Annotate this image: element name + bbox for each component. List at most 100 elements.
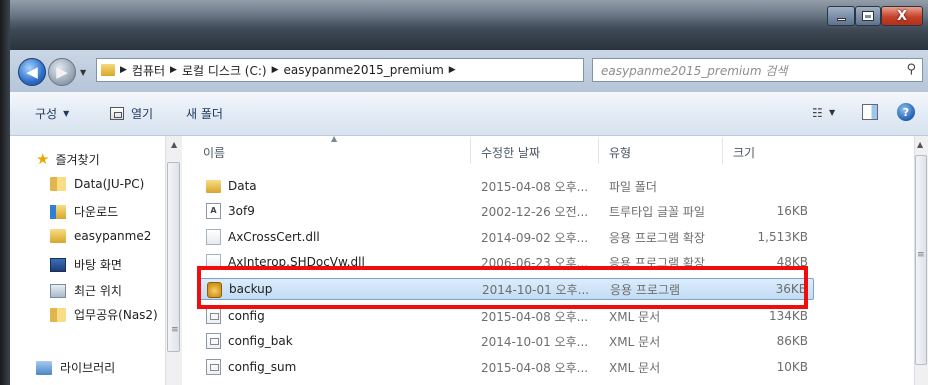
- xml-file-icon: [206, 359, 221, 375]
- file-type: XML 문서: [609, 360, 661, 375]
- file-date: 2014-09-02 오후...: [481, 230, 589, 245]
- chevron-down-icon[interactable]: ▼: [829, 108, 835, 117]
- file-size: 86KB: [776, 334, 808, 348]
- file-name: Data: [228, 179, 257, 193]
- help-icon[interactable]: ?: [897, 103, 915, 121]
- nav-item-label: 바탕 화면: [74, 258, 122, 272]
- breadcrumb-chevron-icon[interactable]: ▶: [449, 65, 456, 75]
- view-options-icon[interactable]: ☷: [812, 106, 823, 120]
- file-row-3of9[interactable]: A 3of9 2002-12-26 오전... 트루타입 글꼴 파일 16KB: [198, 200, 814, 222]
- file-row-data[interactable]: Data 2015-04-08 오후... 파일 폴더: [198, 175, 814, 197]
- forward-arrow-icon: ▶: [56, 63, 68, 81]
- nav-libraries[interactable]: 라이브러리: [36, 359, 115, 376]
- file-name: config: [228, 309, 265, 323]
- folder-icon: [206, 180, 221, 193]
- nav-item-label: 최근 위치: [74, 284, 122, 298]
- column-divider[interactable]: [722, 138, 723, 164]
- breadcrumb-chevron-icon[interactable]: ▶: [272, 65, 279, 75]
- window-left-edge: [0, 0, 10, 385]
- breadcrumb-current-folder[interactable]: easypanme2015_premium: [284, 63, 444, 77]
- search-placeholder: easypanme2015_premium 검색: [601, 63, 788, 78]
- explorer-window: X ◀ ▶ ▼ ▶ 컴퓨터 ▶ 로컬 디스크 (C:) ▶ easypanme2…: [0, 0, 928, 385]
- title-bar[interactable]: [0, 0, 928, 50]
- folder-icon: [50, 229, 66, 243]
- nav-item-easypanme2[interactable]: easypanme2: [50, 229, 151, 243]
- file-name: config_bak: [228, 334, 293, 348]
- back-arrow-icon: ◀: [26, 63, 38, 81]
- file-date: 2015-04-08 오후...: [481, 179, 589, 194]
- file-row-axcrosscert[interactable]: AxCrossCert.dll 2014-09-02 오후... 응용 프로그램…: [198, 226, 814, 248]
- grip-icon: ≡: [917, 250, 925, 260]
- xml-file-icon: [206, 308, 221, 324]
- nav-item-desktop[interactable]: 바탕 화면: [50, 256, 122, 273]
- search-input[interactable]: easypanme2015_premium 검색 ⚲: [592, 58, 923, 82]
- organize-button[interactable]: 구성 ▼: [35, 105, 69, 122]
- desktop-icon: [50, 257, 66, 272]
- library-icon: [36, 360, 52, 375]
- column-header-type[interactable]: 유형: [609, 144, 631, 161]
- font-file-icon: A: [206, 203, 221, 219]
- user-folder-icon: [50, 177, 66, 191]
- scroll-up-icon[interactable]: ▲: [917, 140, 923, 149]
- nav-item-data-ju-pc[interactable]: Data(JU-PC): [50, 177, 144, 191]
- file-type: XML 문서: [609, 309, 661, 324]
- open-button[interactable]: 열기: [110, 105, 153, 122]
- minimize-button[interactable]: [827, 6, 855, 26]
- breadcrumb-chevron-icon[interactable]: ▶: [170, 65, 177, 75]
- address-bar[interactable]: ▶ 컴퓨터 ▶ 로컬 디스크 (C:) ▶ easypanme2015_prem…: [96, 58, 676, 82]
- file-size: 10KB: [776, 360, 808, 374]
- folder-icon: [101, 64, 115, 76]
- file-type: 파일 폴더: [609, 179, 657, 194]
- file-name: config_sum: [228, 360, 297, 374]
- file-date: 2002-12-26 오전...: [481, 204, 589, 219]
- new-folder-button[interactable]: 새 폴더: [186, 105, 223, 122]
- breadcrumb-chevron-icon[interactable]: ▶: [120, 65, 127, 75]
- new-folder-label: 새 폴더: [186, 107, 223, 121]
- file-date: 2015-04-08 오후...: [481, 309, 589, 324]
- recent-pages-dropdown[interactable]: ▼: [80, 68, 86, 77]
- grip-icon: ≡: [171, 325, 179, 335]
- minimize-icon: [836, 17, 846, 21]
- column-header-name[interactable]: 이름: [203, 144, 225, 161]
- sort-ascending-icon: ▲: [331, 134, 338, 143]
- star-icon: ★: [36, 150, 50, 168]
- column-header-size[interactable]: 크기: [733, 144, 755, 161]
- preview-pane-icon[interactable]: [862, 104, 878, 120]
- nav-item-label: easypanme2: [74, 229, 152, 243]
- nav-favorites[interactable]: ★ 즐겨찾기: [36, 150, 100, 168]
- file-type: 응용 프로그램 확장: [609, 230, 705, 245]
- close-button[interactable]: X: [881, 6, 923, 26]
- recent-places-icon: [50, 283, 66, 298]
- column-divider[interactable]: [470, 138, 471, 164]
- file-name: AxCrossCert.dll: [228, 230, 320, 244]
- forward-button[interactable]: ▶: [48, 58, 76, 86]
- search-icon[interactable]: ⚲: [906, 62, 916, 77]
- scroll-up-icon[interactable]: ▲: [171, 140, 177, 149]
- maximize-button[interactable]: [855, 6, 881, 26]
- nav-item-nas2[interactable]: 업무공유(Nas2): [50, 306, 158, 323]
- breadcrumb-computer[interactable]: 컴퓨터: [132, 62, 165, 79]
- dll-file-icon: [206, 229, 221, 245]
- file-row-config-sum[interactable]: config_sum 2015-04-08 오후... XML 문서 10KB: [198, 356, 814, 378]
- breadcrumb-local-disk[interactable]: 로컬 디스크 (C:): [182, 62, 267, 79]
- nav-favorites-label: 즐겨찾기: [55, 152, 100, 167]
- open-label: 열기: [131, 107, 154, 121]
- back-button[interactable]: ◀: [18, 58, 46, 86]
- column-divider[interactable]: [598, 138, 599, 164]
- file-size: 1,513KB: [757, 230, 808, 244]
- nav-item-recent-places[interactable]: 최근 위치: [50, 282, 122, 299]
- file-size: 16KB: [776, 204, 808, 218]
- file-type: XML 문서: [609, 334, 661, 349]
- nav-item-label: Data(JU-PC): [74, 177, 145, 191]
- navigation-scrollbar-thumb[interactable]: [167, 162, 180, 352]
- file-date: 2015-04-08 오후...: [481, 360, 589, 375]
- file-size: 134KB: [768, 309, 808, 323]
- file-date: 2014-10-01 오후...: [481, 334, 589, 349]
- nav-item-downloads[interactable]: 다운로드: [50, 203, 118, 220]
- network-folder-icon: [50, 307, 66, 322]
- maximize-icon: [862, 11, 874, 21]
- open-icon: [110, 107, 124, 120]
- file-row-config-bak[interactable]: config_bak 2014-10-01 오후... XML 문서 86KB: [198, 330, 814, 352]
- column-header-date[interactable]: 수정한 날짜: [481, 144, 540, 161]
- file-list-scrollbar-thumb[interactable]: [915, 155, 927, 365]
